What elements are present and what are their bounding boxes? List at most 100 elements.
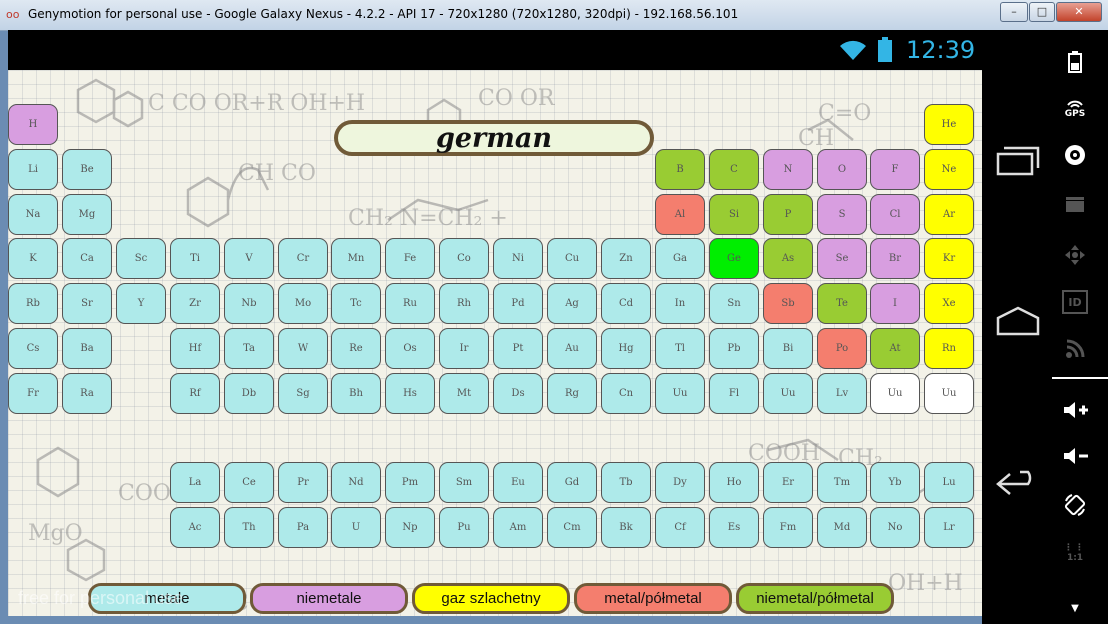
legend-metalloid[interactable]: metal/półmetal [574, 583, 732, 614]
element-tile-am[interactable]: Am [493, 507, 543, 548]
element-tile-xe[interactable]: Xe [924, 283, 974, 324]
element-tile-i[interactable]: I [870, 283, 920, 324]
legend-noble[interactable]: gaz szlachetny [412, 583, 570, 614]
element-tile-cd[interactable]: Cd [601, 283, 651, 324]
element-tile-mt[interactable]: Mt [439, 373, 489, 414]
element-tile-rh[interactable]: Rh [439, 283, 489, 324]
element-tile-ds[interactable]: Ds [493, 373, 543, 414]
element-tile-al[interactable]: Al [655, 194, 705, 235]
element-tile-rg[interactable]: Rg [547, 373, 597, 414]
element-tile-pr[interactable]: Pr [278, 462, 328, 503]
element-tile-tl[interactable]: Tl [655, 328, 705, 369]
chevron-down-icon[interactable]: ▼ [1068, 602, 1082, 614]
maximize-button[interactable]: □ [1029, 2, 1055, 22]
element-tile-ba[interactable]: Ba [62, 328, 112, 369]
element-tile-bi[interactable]: Bi [763, 328, 813, 369]
element-tile-he[interactable]: He [924, 104, 974, 145]
element-tile-lu[interactable]: Lu [924, 462, 974, 503]
element-tile-hs[interactable]: Hs [385, 373, 435, 414]
cast-icon[interactable] [1064, 338, 1086, 360]
element-tile-dy[interactable]: Dy [655, 462, 705, 503]
element-tile-ca[interactable]: Ca [62, 238, 112, 279]
volume-up-icon[interactable] [1062, 398, 1090, 422]
element-tile-o[interactable]: O [817, 149, 867, 190]
element-tile-si[interactable]: Si [709, 194, 759, 235]
battery-icon[interactable] [1064, 50, 1086, 74]
element-tile-rb[interactable]: Rb [8, 283, 58, 324]
element-tile-n[interactable]: N [763, 149, 813, 190]
pixel-perfect-icon[interactable]: ⋮⋮ 1:1 [1062, 538, 1088, 568]
element-tile-uu[interactable]: Uu [655, 373, 705, 414]
element-tile-h[interactable]: H [8, 104, 58, 145]
element-tile-tm[interactable]: Tm [817, 462, 867, 503]
gps-icon[interactable]: GPS [1058, 96, 1092, 122]
element-tile-sm[interactable]: Sm [439, 462, 489, 503]
element-tile-zn[interactable]: Zn [601, 238, 651, 279]
element-tile-po[interactable]: Po [817, 328, 867, 369]
element-tile-es[interactable]: Es [709, 507, 759, 548]
element-tile-s[interactable]: S [817, 194, 867, 235]
element-tile-br[interactable]: Br [870, 238, 920, 279]
element-tile-hf[interactable]: Hf [170, 328, 220, 369]
element-tile-kr[interactable]: Kr [924, 238, 974, 279]
element-tile-fl[interactable]: Fl [709, 373, 759, 414]
element-tile-fe[interactable]: Fe [385, 238, 435, 279]
element-tile-db[interactable]: Db [224, 373, 274, 414]
element-tile-y[interactable]: Y [116, 283, 166, 324]
element-tile-as[interactable]: As [763, 238, 813, 279]
element-tile-fm[interactable]: Fm [763, 507, 813, 548]
element-tile-w[interactable]: W [278, 328, 328, 369]
element-tile-bk[interactable]: Bk [601, 507, 651, 548]
element-tile-mg[interactable]: Mg [62, 194, 112, 235]
element-tile-lv[interactable]: Lv [817, 373, 867, 414]
element-tile-zr[interactable]: Zr [170, 283, 220, 324]
element-tile-ni[interactable]: Ni [493, 238, 543, 279]
element-tile-os[interactable]: Os [385, 328, 435, 369]
element-tile-cr[interactable]: Cr [278, 238, 328, 279]
element-tile-ru[interactable]: Ru [385, 283, 435, 324]
element-tile-fr[interactable]: Fr [8, 373, 58, 414]
element-tile-md[interactable]: Md [817, 507, 867, 548]
element-tile-li[interactable]: Li [8, 149, 58, 190]
element-tile-yb[interactable]: Yb [870, 462, 920, 503]
legend-nonmetal[interactable]: niemetale [250, 583, 408, 614]
clapper-icon[interactable] [1064, 193, 1086, 215]
close-button[interactable]: ✕ [1056, 2, 1102, 22]
element-tile-b[interactable]: B [655, 149, 705, 190]
element-tile-pa[interactable]: Pa [278, 507, 328, 548]
id-icon[interactable]: ID [1062, 290, 1088, 314]
rotate-icon[interactable] [1062, 492, 1088, 518]
volume-down-icon[interactable] [1062, 444, 1090, 468]
element-tile-u[interactable]: U [331, 507, 381, 548]
element-tile-pt[interactable]: Pt [493, 328, 543, 369]
element-tile-rn[interactable]: Rn [924, 328, 974, 369]
element-tile-ho[interactable]: Ho [709, 462, 759, 503]
element-tile-in[interactable]: In [655, 283, 705, 324]
element-tile-ti[interactable]: Ti [170, 238, 220, 279]
element-tile-np[interactable]: Np [385, 507, 435, 548]
legend-metal[interactable]: metale [88, 583, 246, 614]
element-tile-te[interactable]: Te [817, 283, 867, 324]
element-tile-p[interactable]: P [763, 194, 813, 235]
element-tile-gd[interactable]: Gd [547, 462, 597, 503]
element-tile-no[interactable]: No [870, 507, 920, 548]
element-tile-au[interactable]: Au [547, 328, 597, 369]
element-tile-er[interactable]: Er [763, 462, 813, 503]
element-tile-cf[interactable]: Cf [655, 507, 705, 548]
minimize-button[interactable]: – [1000, 2, 1028, 22]
legend-nonmetalloid[interactable]: niemetal/półmetal [736, 583, 894, 614]
element-tile-cs[interactable]: Cs [8, 328, 58, 369]
element-tile-sr[interactable]: Sr [62, 283, 112, 324]
element-tile-sc[interactable]: Sc [116, 238, 166, 279]
element-tile-eu[interactable]: Eu [493, 462, 543, 503]
element-tile-ar[interactable]: Ar [924, 194, 974, 235]
back-icon[interactable] [992, 468, 1044, 502]
element-tile-ne[interactable]: Ne [924, 149, 974, 190]
element-tile-cl[interactable]: Cl [870, 194, 920, 235]
element-tile-th[interactable]: Th [224, 507, 274, 548]
element-tile-tb[interactable]: Tb [601, 462, 651, 503]
element-tile-cn[interactable]: Cn [601, 373, 651, 414]
element-tile-la[interactable]: La [170, 462, 220, 503]
dpad-icon[interactable] [1062, 242, 1088, 268]
element-tile-se[interactable]: Se [817, 238, 867, 279]
